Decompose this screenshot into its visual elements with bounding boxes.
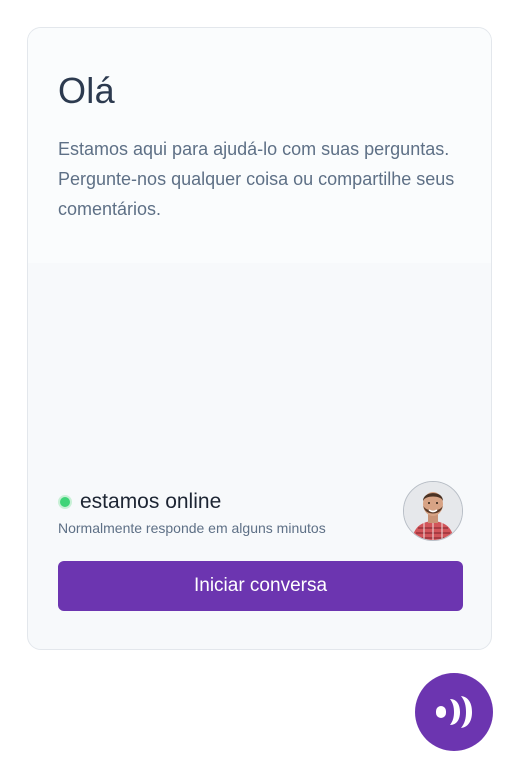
online-status: estamos online [58, 490, 221, 514]
chat-launcher-button[interactable] [415, 673, 493, 751]
agent-avatar-image [404, 482, 462, 540]
response-time-text: Normalmente responde em alguns minutos [58, 520, 326, 536]
agent-avatar [403, 481, 463, 541]
greeting-title: Olá [58, 70, 115, 111]
online-status-dot [58, 495, 72, 509]
welcome-message: Estamos aqui para ajudá-lo com suas perg… [58, 139, 455, 219]
start-conversation-button[interactable]: Iniciar conversa [58, 561, 463, 611]
chat-widget-panel: Olá Estamos aqui para ajudá-lo com suas … [27, 27, 492, 650]
chat-logo-icon [436, 696, 472, 728]
online-status-label: estamos online [80, 490, 222, 513]
widget-header: Olá Estamos aqui para ajudá-lo com suas … [28, 28, 491, 263]
